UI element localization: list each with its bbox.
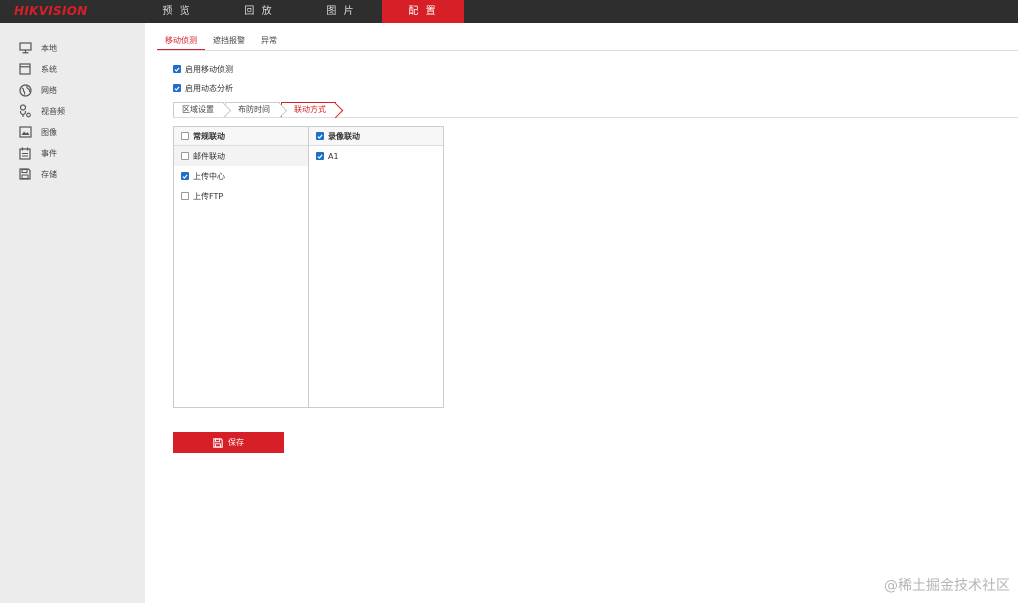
- list-item-upload-ftp[interactable]: 上传FTP: [174, 186, 308, 206]
- upload-ftp-label: 上传FTP: [193, 191, 224, 201]
- sidebar-item-label: 存储: [41, 169, 57, 179]
- sidebar-item-label: 本地: [41, 43, 57, 53]
- checkmark-icon: [174, 67, 180, 72]
- sidebar-item-network[interactable]: 网络: [18, 82, 57, 98]
- step-arming-schedule[interactable]: 布防时间: [225, 102, 280, 118]
- notify-center-label: 上传中心: [193, 171, 225, 181]
- normal-linkage-header[interactable]: 常规联动: [174, 127, 308, 146]
- save-button-label: 保存: [228, 438, 244, 447]
- nav-pictures[interactable]: 图 片: [300, 0, 382, 23]
- list-item-channel-a1[interactable]: A1: [309, 146, 443, 166]
- tab-tamper-alarm[interactable]: 遮挡报警: [205, 33, 253, 51]
- tab-motion-detection[interactable]: 移动侦测: [157, 33, 205, 51]
- email-linkage-checkbox[interactable]: [181, 152, 189, 160]
- calendar-icon: [18, 146, 32, 160]
- save-button[interactable]: 保存: [173, 432, 284, 453]
- email-linkage-label: 邮件联动: [193, 151, 225, 161]
- sidebar: 本地 系统 网络 视音频 图像 事件 存储: [0, 23, 145, 603]
- sidebar-item-video-audio[interactable]: 视音频: [18, 103, 65, 119]
- enable-motion-detection-checkbox[interactable]: [173, 65, 181, 73]
- enable-dynamic-analysis-checkbox[interactable]: [173, 84, 181, 92]
- checkmark-icon: [182, 174, 188, 179]
- main-nav: 预 览 回 放 图 片 配 置: [136, 0, 464, 23]
- enable-motion-detection-option[interactable]: 启用移动侦测: [173, 63, 233, 75]
- enable-motion-detection-label: 启用移动侦测: [185, 64, 233, 74]
- sidebar-item-label: 事件: [41, 148, 57, 158]
- list-item-notify-center[interactable]: 上传中心: [174, 166, 308, 186]
- checkmark-icon: [317, 134, 323, 139]
- sidebar-item-label: 系统: [41, 64, 57, 74]
- main-content: 移动侦测 遮挡报警 异常 启用移动侦测 启用动态分析 区域设置 布防时间 联动方…: [145, 23, 1018, 603]
- normal-linkage-label: 常规联动: [193, 131, 225, 141]
- microphone-icon: [18, 104, 32, 118]
- event-subtabs: 移动侦测 遮挡报警 异常: [157, 33, 285, 51]
- record-linkage-checkbox[interactable]: [316, 132, 324, 140]
- sidebar-item-label: 视音频: [41, 106, 65, 116]
- nav-playback[interactable]: 回 放: [218, 0, 300, 23]
- record-linkage-header[interactable]: 录像联动: [309, 127, 443, 146]
- record-linkage-label: 录像联动: [328, 131, 360, 141]
- globe-icon: [18, 83, 32, 97]
- nav-configuration[interactable]: 配 置: [382, 0, 464, 23]
- brand-logo: HIKVISION: [14, 4, 88, 18]
- normal-linkage-checkbox[interactable]: [181, 132, 189, 140]
- upload-ftp-checkbox[interactable]: [181, 192, 189, 200]
- tab-exception[interactable]: 异常: [253, 33, 285, 51]
- sidebar-item-label: 图像: [41, 127, 57, 137]
- top-bar: HIKVISION 预 览 回 放 图 片 配 置: [0, 0, 1018, 23]
- record-linkage-column: 录像联动 A1: [309, 127, 443, 407]
- floppy-disk-icon: [213, 437, 223, 448]
- step-area-settings[interactable]: 区域设置: [173, 102, 224, 118]
- sidebar-item-event[interactable]: 事件: [18, 145, 57, 161]
- channel-a1-label: A1: [328, 151, 339, 161]
- steps-divider: [173, 117, 1018, 118]
- checkmark-icon: [317, 154, 323, 159]
- sidebar-item-system[interactable]: 系统: [18, 61, 57, 77]
- enable-dynamic-analysis-option[interactable]: 启用动态分析: [173, 82, 233, 94]
- watermark: @稀土掘金技术社区: [884, 578, 1010, 594]
- notify-center-checkbox[interactable]: [181, 172, 189, 180]
- list-item-email-linkage[interactable]: 邮件联动: [174, 146, 308, 166]
- sidebar-item-image[interactable]: 图像: [18, 124, 57, 140]
- sidebar-item-local[interactable]: 本地: [18, 40, 57, 56]
- sidebar-item-storage[interactable]: 存储: [18, 166, 57, 182]
- floppy-disk-icon: [18, 167, 32, 181]
- monitor-icon: [18, 41, 32, 55]
- step-linkage-method[interactable]: 联动方式: [281, 102, 336, 118]
- normal-linkage-column: 常规联动 邮件联动 上传中心 上传FTP: [174, 127, 309, 407]
- sidebar-item-label: 网络: [41, 85, 57, 95]
- checkmark-icon: [174, 86, 180, 91]
- nav-preview[interactable]: 预 览: [136, 0, 218, 23]
- subtabs-divider: [157, 50, 1018, 51]
- config-steps: 区域设置 布防时间 联动方式: [173, 102, 336, 118]
- window-icon: [18, 62, 32, 76]
- linkage-table: 常规联动 邮件联动 上传中心 上传FTP 录像联动 A1: [173, 126, 444, 408]
- enable-dynamic-analysis-label: 启用动态分析: [185, 83, 233, 93]
- channel-a1-checkbox[interactable]: [316, 152, 324, 160]
- image-icon: [18, 125, 32, 139]
